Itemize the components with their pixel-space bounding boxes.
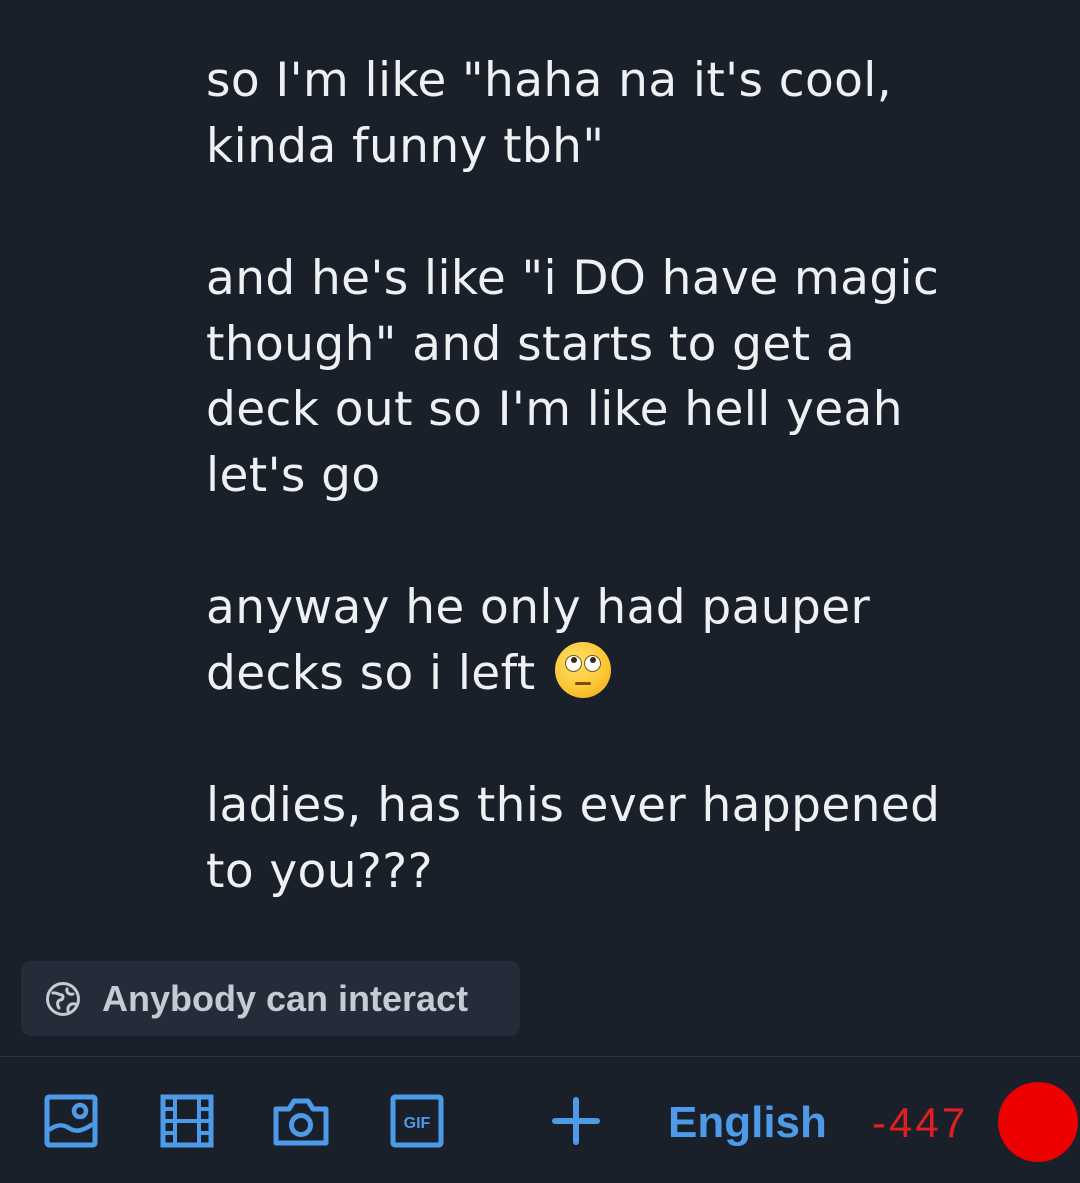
globe-icon <box>46 981 80 1016</box>
character-limit-indicator <box>998 1082 1078 1162</box>
gif-icon: GIF <box>390 1094 444 1148</box>
language-selector[interactable]: English <box>668 1096 827 1150</box>
post-paragraph: ladies, has this ever happened to you??? <box>206 778 941 899</box>
post-paragraph: so I'm like "haha na it's cool, kinda fu… <box>206 53 893 174</box>
add-video-button[interactable] <box>160 1094 214 1148</box>
post-paragraph: anyway he only had pauper decks so i lef… <box>206 575 1046 706</box>
audience-selector[interactable]: Anybody can interact <box>21 961 520 1036</box>
character-count: -447 <box>872 1099 969 1146</box>
camera-button[interactable] <box>272 1094 330 1148</box>
plus-icon <box>552 1097 600 1145</box>
rolling-eyes-emoji-icon <box>554 641 611 698</box>
video-icon <box>160 1094 214 1148</box>
post-paragraph: and he's like "i DO have magic though" a… <box>206 251 940 503</box>
gif-label: GIF <box>404 1115 431 1132</box>
post-body[interactable]: so I'm like "haha na it's cool, kinda fu… <box>206 48 1046 971</box>
add-image-button[interactable] <box>44 1094 98 1148</box>
add-more-button[interactable] <box>549 1094 603 1148</box>
toolbar-divider <box>0 1056 1080 1057</box>
gif-button[interactable]: GIF <box>390 1094 444 1148</box>
post-paragraph-text: anyway he only had pauper decks so i lef… <box>206 580 871 701</box>
camera-icon <box>273 1098 329 1146</box>
audience-label: Anybody can interact <box>102 977 469 1019</box>
image-icon <box>44 1094 98 1148</box>
